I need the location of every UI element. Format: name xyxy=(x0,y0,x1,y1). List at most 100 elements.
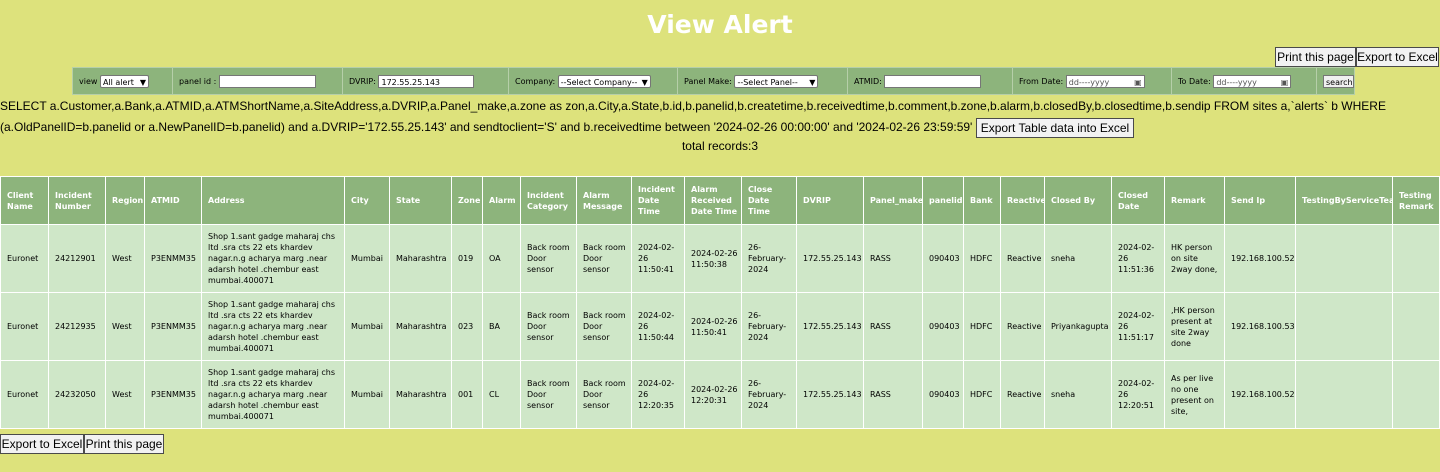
table-cell: 2024-02-26 12:20:51 xyxy=(1111,360,1165,429)
column-header: panelid xyxy=(922,176,964,225)
table-cell: BA xyxy=(482,292,521,361)
table-cell: 2024-02-26 12:20:35 xyxy=(631,360,685,429)
column-header: Alarm Message xyxy=(576,176,632,225)
table-cell: Shop 1.sant gadge maharaj chs ltd .sra c… xyxy=(201,224,345,293)
table-cell xyxy=(1295,224,1393,293)
table-cell: RASS xyxy=(863,292,923,361)
table-cell: Priyankagupta xyxy=(1044,292,1112,361)
table-cell: Shop 1.sant gadge maharaj chs ltd .sra c… xyxy=(201,360,345,429)
column-header: Incident Category xyxy=(520,176,577,225)
table-cell: Reactive xyxy=(1000,360,1045,429)
table-cell: RASS xyxy=(863,224,923,293)
chevron-down-icon: ▼ xyxy=(139,77,146,87)
table-cell: Maharashtra xyxy=(389,292,452,361)
table-cell: 090403 xyxy=(922,360,964,429)
column-header: Client Name xyxy=(0,176,49,225)
table-cell xyxy=(1392,360,1440,429)
table-cell: West xyxy=(105,292,145,361)
column-header: Alarm xyxy=(482,176,521,225)
column-header: Closed Date xyxy=(1111,176,1165,225)
table-cell: 090403 xyxy=(922,292,964,361)
view-label: view xyxy=(79,76,98,86)
column-header: Region xyxy=(105,176,145,225)
search-button[interactable]: search xyxy=(1323,74,1354,88)
table-cell: 2024-02-26 11:50:44 xyxy=(631,292,685,361)
export-table-button[interactable]: Export Table data into Excel xyxy=(975,117,1135,138)
table-cell: 2024-02-26 12:20:31 xyxy=(684,360,742,429)
table-cell: 090403 xyxy=(922,224,964,293)
column-header: State xyxy=(389,176,452,225)
calendar-icon: ▣ xyxy=(1280,77,1289,87)
panel-make-select[interactable]: --Select Panel-- ▼ xyxy=(734,74,819,88)
column-header: Panel_make xyxy=(863,176,923,225)
calendar-icon: ▣ xyxy=(1134,77,1142,87)
view-select[interactable]: All alert ▼ xyxy=(99,74,149,88)
export-excel-bottom-button[interactable]: Export to Excel xyxy=(0,434,84,454)
column-header: Close Date Time xyxy=(741,176,797,225)
print-page-bottom-button[interactable]: Print this page xyxy=(84,434,164,454)
table-cell: Mumbai xyxy=(344,224,390,293)
column-header: Remark xyxy=(1164,176,1225,225)
column-header: Address xyxy=(201,176,345,225)
company-select[interactable]: --Select Company-- ▼ xyxy=(557,74,651,88)
print-page-button[interactable]: Print this page xyxy=(1275,47,1356,67)
table-row: Euronet 24212935 West P3ENMM35 Shop 1.sant g… xyxy=(0,292,1440,361)
table-cell: Back room Door sensor xyxy=(520,224,577,293)
table-cell: As per live no one present on site, xyxy=(1164,360,1225,429)
table-cell: 192.168.100.53 xyxy=(1224,292,1296,361)
table-cell: 172.55.25.143 xyxy=(796,224,864,293)
table-cell: Mumbai xyxy=(344,360,390,429)
table-cell: OA xyxy=(482,224,521,293)
to-date-label: To Date: xyxy=(1178,76,1211,86)
dvrip-input[interactable]: 172.55.25.143 xyxy=(378,74,475,88)
table-cell: sneha xyxy=(1044,224,1112,293)
column-header: ATMID xyxy=(144,176,202,225)
column-header: Send Ip xyxy=(1224,176,1296,225)
table-cell xyxy=(1392,224,1440,293)
table-cell: 24212901 xyxy=(48,224,106,293)
column-header: Incident Number xyxy=(48,176,106,225)
table-cell: 192.168.100.52 xyxy=(1224,360,1296,429)
table-cell: 001 xyxy=(451,360,483,429)
table-cell: Back room Door sensor xyxy=(576,292,632,361)
table-cell: HDFC xyxy=(963,224,1001,293)
table-cell: Euronet xyxy=(0,292,49,361)
atmid-label: ATMID: xyxy=(854,76,882,86)
column-header: Closed By xyxy=(1044,176,1112,225)
table-cell: Back room Door sensor xyxy=(520,360,577,429)
table-cell: 2024-02-26 11:50:41 xyxy=(631,224,685,293)
table-cell: Back room Door sensor xyxy=(576,360,632,429)
table-cell: Maharashtra xyxy=(389,360,452,429)
column-header: DVRIP xyxy=(796,176,864,225)
from-date-label: From Date: xyxy=(1019,76,1064,86)
panel-make-label: Panel Make: xyxy=(684,76,732,86)
table-cell: Shop 1.sant gadge maharaj chs ltd .sra c… xyxy=(201,292,345,361)
panel-id-label: panel id : xyxy=(179,76,217,86)
table-cell: 24232050 xyxy=(48,360,106,429)
export-excel-button[interactable]: Export to Excel xyxy=(1356,47,1439,67)
table-cell: HK person on site 2way done, xyxy=(1164,224,1225,293)
alerts-table: Client Name Incident Number Region ATMID Add… xyxy=(0,176,1440,429)
dvrip-label: DVRIP: xyxy=(349,76,376,86)
chevron-down-icon: ▼ xyxy=(641,77,648,87)
column-header: Reactive xyxy=(1000,176,1045,225)
sql-query: SELECT a.Customer,a.Bank,a.ATMID,a.ATMSh… xyxy=(0,99,1386,134)
table-cell: 26-February-2024 xyxy=(741,360,797,429)
table-cell: sneha xyxy=(1044,360,1112,429)
table-cell: Back room Door sensor xyxy=(520,292,577,361)
table-cell: Mumbai xyxy=(344,292,390,361)
from-date-input[interactable]: dd----yyyy ▣ xyxy=(1065,74,1145,88)
column-header: Testing Remark xyxy=(1392,176,1440,225)
table-cell: West xyxy=(105,224,145,293)
table-cell: 2024-02-26 11:51:17 xyxy=(1111,292,1165,361)
panel-id-input[interactable] xyxy=(218,74,316,88)
table-cell: 26-February-2024 xyxy=(741,292,797,361)
table-cell: 2024-02-26 11:51:36 xyxy=(1111,224,1165,293)
table-cell: Reactive xyxy=(1000,292,1045,361)
table-cell: ,HK person present at site 2way done xyxy=(1164,292,1225,361)
table-cell: Back room Door sensor xyxy=(576,224,632,293)
atmid-input[interactable] xyxy=(884,74,982,88)
to-date-input[interactable]: dd----yyyy ▣ xyxy=(1213,74,1292,88)
table-cell: CL xyxy=(482,360,521,429)
filter-bar: view All alert ▼ panel id : DVRIP: 172.55… xyxy=(72,67,1355,95)
